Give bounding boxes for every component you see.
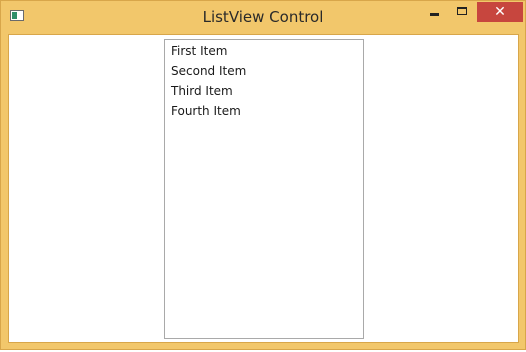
list-item-fourth[interactable]: Fourth Item: [165, 101, 363, 121]
title-bar[interactable]: ListView Control ✕: [1, 1, 525, 34]
minimize-button[interactable]: [420, 2, 448, 22]
list-item-third[interactable]: Third Item: [165, 81, 363, 101]
close-icon: ✕: [494, 4, 506, 20]
close-button[interactable]: ✕: [477, 2, 523, 22]
list-item-first[interactable]: First Item: [165, 41, 363, 61]
main-window: ListView Control ✕ First Item Second Ite…: [0, 0, 526, 350]
window-client-area: First Item Second Item Third Item Fourth…: [8, 34, 519, 343]
list-view[interactable]: First Item Second Item Third Item Fourth…: [164, 39, 364, 339]
list-item-second[interactable]: Second Item: [165, 61, 363, 81]
maximize-button[interactable]: [449, 2, 475, 22]
